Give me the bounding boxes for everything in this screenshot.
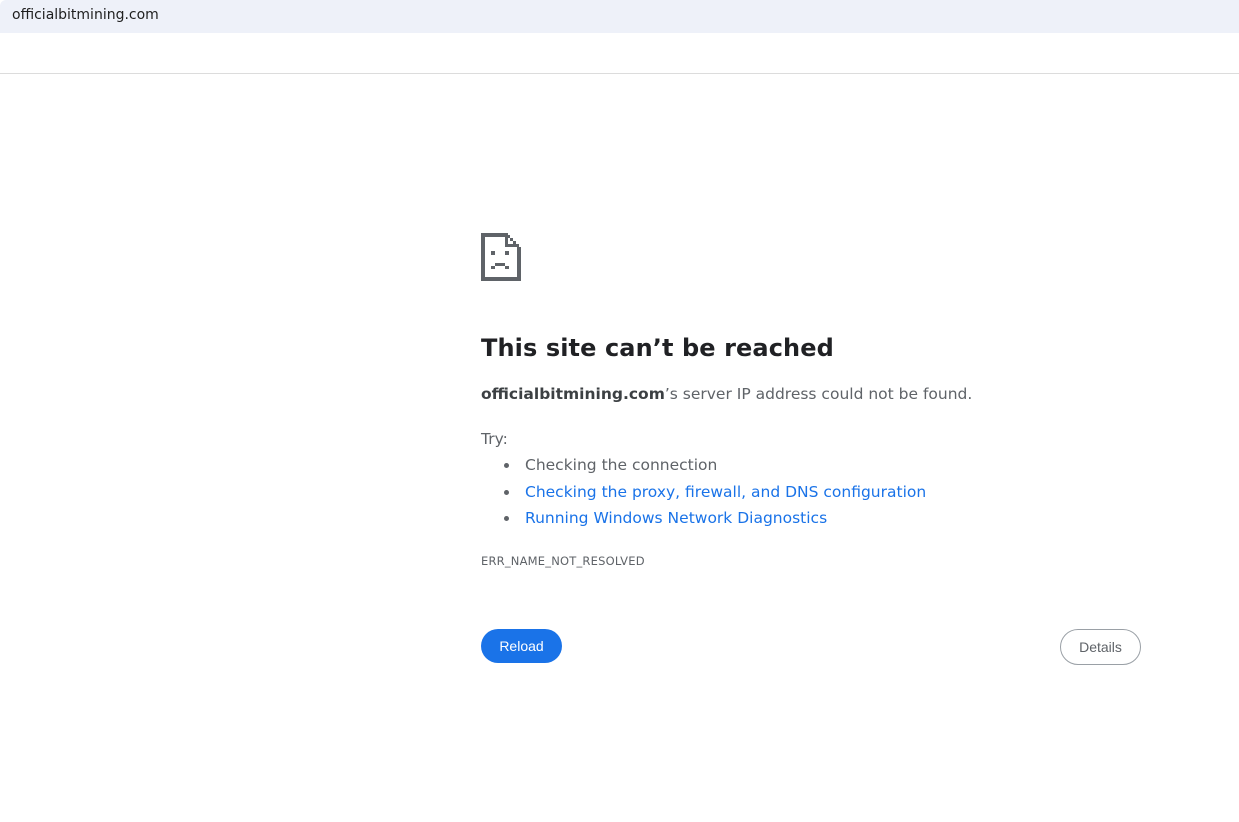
sad-document-icon [481,233,521,281]
list-item: Checking the proxy, firewall, and DNS co… [481,480,926,507]
address-url[interactable]: officialbitmining.com [12,7,159,23]
reload-button[interactable]: Reload [481,629,562,663]
error-code: ERR_NAME_NOT_RESOLVED [481,554,645,568]
list-item: Checking the connection [481,453,926,480]
suggestion-diagnostics-link[interactable]: Running Windows Network Diagnostics [525,509,827,527]
list-item: Running Windows Network Diagnostics [481,506,926,533]
details-button[interactable]: Details [1060,629,1141,665]
error-title: This site can’t be reached [481,334,834,362]
suggestion-list: Checking the connection Checking the pro… [481,453,926,533]
error-description-rest: ’s server IP address could not be found. [664,385,973,403]
address-bar[interactable]: officialbitmining.com [0,0,1239,33]
toolbar-divider [0,73,1239,74]
suggestion-check-connection: Checking the connection [525,456,718,474]
error-description: officialbitmining.com’s server IP addres… [481,385,972,403]
suggestion-proxy-link[interactable]: Checking the proxy, firewall, and DNS co… [525,483,926,501]
error-host: officialbitmining.com [481,385,665,403]
try-label: Try: [481,430,508,448]
